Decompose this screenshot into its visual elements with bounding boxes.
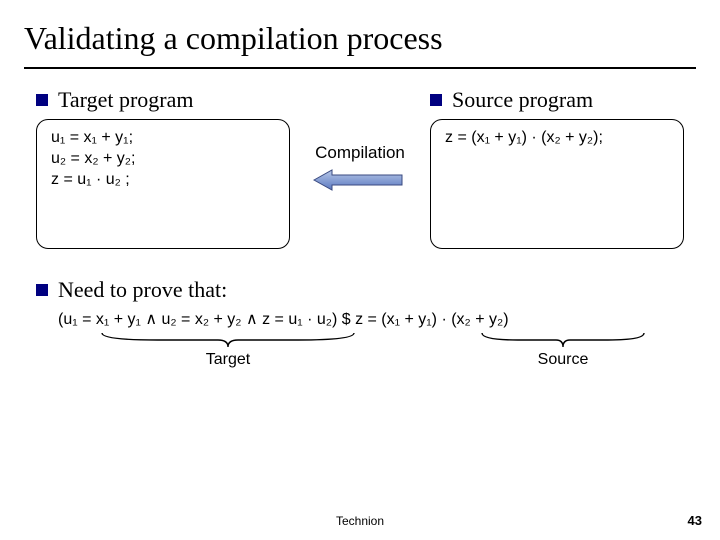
footer-org: Technion bbox=[0, 514, 720, 528]
brace-source-label: Source bbox=[538, 351, 589, 369]
footer-page: 43 bbox=[688, 513, 702, 528]
code-line: z = (x₁ + y₁) · (x₂ + y₂); bbox=[445, 128, 669, 149]
prove-heading: Need to prove that: bbox=[58, 277, 227, 303]
brace-target-label: Target bbox=[206, 351, 250, 369]
bullet-icon bbox=[36, 284, 48, 296]
code-line: u₂ = x₂ + y₂; bbox=[51, 149, 275, 170]
brace-icon bbox=[478, 331, 648, 349]
source-heading: Source program bbox=[452, 87, 593, 113]
code-line: z = u₁ · u₂ ; bbox=[51, 170, 275, 191]
source-column: Source program z = (x₁ + y₁) · (x₂ + y₂)… bbox=[430, 87, 684, 249]
compilation-label: Compilation bbox=[315, 143, 405, 163]
brace-target: Target bbox=[98, 331, 358, 369]
target-code-box: u₁ = x₁ + y₁; u₂ = x₂ + y₂; z = u₁ · u₂ … bbox=[36, 119, 290, 249]
bullet-icon bbox=[430, 94, 442, 106]
prove-formula: (u₁ = x₁ + y₁ ∧ u₂ = x₂ + y₂ ∧ z = u₁ · … bbox=[58, 309, 684, 329]
compilation-column: Compilation bbox=[290, 87, 430, 249]
bullet-icon bbox=[36, 94, 48, 106]
program-row: Target program u₁ = x₁ + y₁; u₂ = x₂ + y… bbox=[36, 87, 684, 249]
brace-row: Target Source bbox=[58, 331, 684, 381]
title-rule bbox=[24, 67, 696, 69]
brace-source: Source bbox=[478, 331, 648, 369]
brace-icon bbox=[98, 331, 358, 349]
source-code-box: z = (x₁ + y₁) · (x₂ + y₂); bbox=[430, 119, 684, 249]
slide-title: Validating a compilation process bbox=[24, 20, 696, 57]
target-column: Target program u₁ = x₁ + y₁; u₂ = x₂ + y… bbox=[36, 87, 290, 249]
code-line: u₁ = x₁ + y₁; bbox=[51, 128, 275, 149]
arrow-left-icon bbox=[310, 167, 410, 193]
prove-row: Need to prove that: (u₁ = x₁ + y₁ ∧ u₂ =… bbox=[36, 277, 684, 381]
target-heading: Target program bbox=[58, 87, 194, 113]
